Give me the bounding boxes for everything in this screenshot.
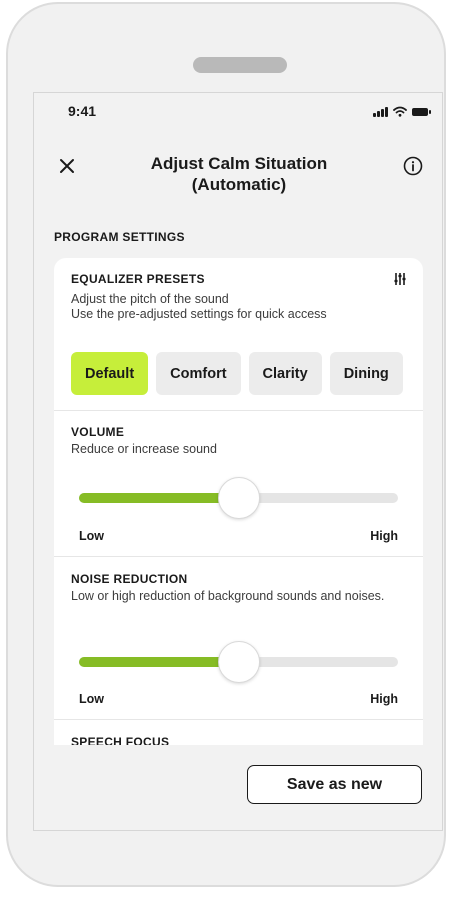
equalizer-preset-list: Default Comfort Clarity Dining (71, 352, 403, 395)
cellular-signal-icon (373, 106, 388, 117)
preset-dining-button[interactable]: Dining (329, 352, 403, 395)
volume-high-label: High (370, 529, 398, 543)
noise-reduction-high-label: High (370, 692, 398, 706)
save-as-new-button[interactable]: Save as new (247, 765, 422, 804)
phone-speaker (193, 57, 287, 73)
equalizer-desc-line2: Use the pre-adjusted settings for quick … (71, 306, 327, 321)
info-icon[interactable] (402, 155, 424, 177)
battery-icon (412, 107, 431, 116)
bottom-action-bar: Save as new (34, 745, 442, 830)
equalizer-description: Adjust the pitch of the sound Use the pr… (71, 292, 371, 321)
page-header: Adjust Calm Situation (Automatic) (34, 153, 442, 201)
page-title-line2: (Automatic) (191, 175, 287, 194)
divider (54, 410, 423, 411)
preset-default-button[interactable]: Default (71, 352, 149, 395)
volume-slider-fill (79, 493, 239, 503)
volume-title: VOLUME (71, 425, 125, 439)
volume-slider-thumb[interactable] (217, 477, 260, 519)
noise-reduction-slider-thumb[interactable] (217, 641, 260, 683)
equalizer-settings-icon[interactable] (393, 272, 407, 286)
status-icons (373, 106, 431, 117)
divider (54, 719, 423, 720)
noise-reduction-slider-fill (79, 657, 239, 667)
page-title: Adjust Calm Situation (Automatic) (104, 153, 374, 195)
preset-clarity-button[interactable]: Clarity (248, 352, 322, 395)
status-bar: 9:41 (34, 103, 442, 127)
equalizer-title: EQUALIZER PRESETS (71, 272, 205, 286)
volume-slider[interactable] (79, 474, 398, 522)
divider (54, 556, 423, 557)
wifi-icon (393, 106, 407, 117)
volume-low-label: Low (79, 529, 104, 543)
page-title-line1: Adjust Calm Situation (150, 154, 328, 173)
noise-reduction-title: NOISE REDUCTION (71, 572, 188, 586)
close-icon[interactable] (56, 155, 78, 177)
volume-description: Reduce or increase sound (71, 442, 217, 456)
equalizer-desc-line1: Adjust the pitch of the sound (71, 292, 229, 306)
preset-comfort-button[interactable]: Comfort (156, 352, 241, 395)
noise-reduction-slider[interactable] (79, 638, 398, 686)
phone-frame: 9:41 Adjust Calm Situation (Automatic) P… (6, 2, 446, 887)
noise-reduction-low-label: Low (79, 692, 104, 706)
status-time: 9:41 (68, 103, 97, 119)
app-screen: 9:41 Adjust Calm Situation (Automatic) P… (33, 92, 443, 831)
program-settings-heading: PROGRAM SETTINGS (54, 230, 185, 244)
noise-reduction-description: Low or high reduction of background soun… (71, 589, 385, 603)
